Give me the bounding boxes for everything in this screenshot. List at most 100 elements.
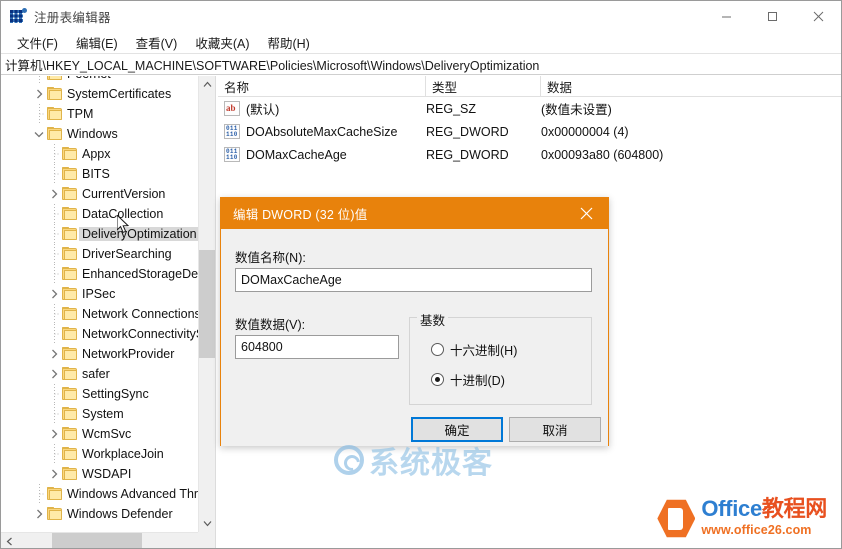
chevron-right-icon[interactable] xyxy=(46,364,62,384)
tree-item-networkprovider[interactable]: NetworkProvider xyxy=(1,344,198,364)
title-bar: 注册表编辑器 xyxy=(1,1,841,31)
folder-icon xyxy=(62,327,79,341)
tree-item-tpm[interactable]: TPM xyxy=(1,104,198,124)
folder-icon xyxy=(62,267,79,281)
maximize-icon[interactable] xyxy=(749,1,795,31)
scroll-up-icon[interactable] xyxy=(199,76,215,93)
value-data-cell: 0x00000004 (4) xyxy=(541,124,629,139)
tree-item-label: BITS xyxy=(82,167,110,181)
close-icon[interactable] xyxy=(564,198,608,229)
menu-help[interactable]: 帮助(H) xyxy=(258,31,318,54)
tree-item-peernet[interactable]: Peernet xyxy=(1,76,198,84)
tree-item-driversearching[interactable]: DriverSearching xyxy=(1,244,198,264)
tree-item-appx[interactable]: Appx xyxy=(1,144,198,164)
chevron-right-icon[interactable] xyxy=(46,464,62,484)
pane-splitter[interactable] xyxy=(215,76,217,548)
value-name-input[interactable]: DOMaxCacheAge xyxy=(235,268,592,292)
tree-item-label: DeliveryOptimization xyxy=(79,227,198,241)
table-row[interactable]: 011 110 DOAbsoluteMaxCacheSize REG_DWORD 0x0… xyxy=(218,120,841,143)
chevron-right-icon[interactable] xyxy=(46,184,62,204)
column-header-name[interactable]: 名称 xyxy=(218,76,426,97)
tree-item-safer[interactable]: safer xyxy=(1,364,198,384)
tree-item-wcmsvc[interactable]: WcmSvc xyxy=(1,424,198,444)
menu-file[interactable]: 文件(F) xyxy=(8,31,67,54)
chevron-right-icon[interactable] xyxy=(46,424,62,444)
tree-item-networkconnectivitystatusindicator[interactable]: NetworkConnectivityStatusIndicator xyxy=(1,324,198,344)
tree-item-enhancedstoragedevices[interactable]: EnhancedStorageDevices xyxy=(1,264,198,284)
folder-icon xyxy=(62,467,79,481)
scroll-down-icon[interactable] xyxy=(199,515,215,532)
tree-item-systemcertificates[interactable]: SystemCertificates xyxy=(1,84,198,104)
tree-item-network-connections[interactable]: Network Connections xyxy=(1,304,198,324)
tree-item-system[interactable]: System xyxy=(1,404,198,424)
tree-item-workplacejoin[interactable]: WorkplaceJoin xyxy=(1,444,198,464)
column-header-type[interactable]: 类型 xyxy=(426,76,541,97)
table-row[interactable]: 011 110 DOMaxCacheAge REG_DWORD 0x00093a80 (… xyxy=(218,143,841,166)
menu-view[interactable]: 查看(V) xyxy=(127,31,187,54)
tree-dotted-connector xyxy=(31,484,47,504)
registry-values-list[interactable]: ab (默认) REG_SZ (数值未设置) 011 110 DOAbsoluteMaxCa… xyxy=(218,97,841,166)
address-bar[interactable]: 计算机\HKEY_LOCAL_MACHINE\SOFTWARE\Policies… xyxy=(1,53,841,75)
tree-item-windows-advanced-threat-protection[interactable]: Windows Advanced Threat Protection xyxy=(1,484,198,504)
chevron-right-icon[interactable] xyxy=(46,284,62,304)
folder-icon xyxy=(47,107,64,121)
tree-item-label: IPSec xyxy=(82,287,116,301)
folder-icon xyxy=(47,76,64,81)
tree-item-label: safer xyxy=(82,367,110,381)
minimize-icon[interactable] xyxy=(703,1,749,31)
menu-favorites[interactable]: 收藏夹(A) xyxy=(186,31,258,54)
tree-item-wsdapi[interactable]: WSDAPI xyxy=(1,464,198,484)
tree-item-windows-defender[interactable]: Windows Defender xyxy=(1,504,198,524)
value-name-label: 数值名称(N): xyxy=(235,251,306,265)
logo-title-en: Office xyxy=(701,496,762,521)
value-data-cell: 0x00093a80 (604800) xyxy=(541,147,664,162)
tree-item-windows[interactable]: Windows xyxy=(1,124,198,144)
tree-vertical-scrollbar[interactable] xyxy=(198,76,215,532)
radio-decimal-label: 十进制(D) xyxy=(450,374,505,388)
address-path[interactable]: 计算机\HKEY_LOCAL_MACHINE\SOFTWARE\Policies… xyxy=(1,55,539,74)
tree-item-deliveryoptimization[interactable]: DeliveryOptimization xyxy=(1,224,198,244)
chevron-down-icon[interactable] xyxy=(31,124,47,144)
tree-item-ipsec[interactable]: IPSec xyxy=(1,284,198,304)
folder-icon xyxy=(47,487,64,501)
radio-hexadecimal[interactable]: 十六进制(H) xyxy=(431,340,517,359)
folder-icon xyxy=(62,207,79,221)
tree-item-datacollection[interactable]: DataCollection xyxy=(1,204,198,224)
chevron-right-icon[interactable] xyxy=(31,84,47,104)
cancel-button[interactable]: 取消 xyxy=(509,417,601,442)
radio-decimal[interactable]: 十进制(D) xyxy=(431,370,505,389)
registry-icon xyxy=(10,8,27,24)
table-row[interactable]: ab (默认) REG_SZ (数值未设置) xyxy=(218,97,841,120)
menu-edit[interactable]: 编辑(E) xyxy=(67,31,127,54)
tree-item-label: NetworkConnectivityStatusIndicator xyxy=(82,327,198,341)
string-value-icon: ab xyxy=(224,101,240,116)
close-icon[interactable] xyxy=(795,1,841,31)
value-type-cell: REG_SZ xyxy=(426,101,477,116)
folder-icon xyxy=(62,187,79,201)
tree-item-label: WSDAPI xyxy=(82,467,132,481)
scroll-left-icon[interactable] xyxy=(1,533,18,548)
registry-tree[interactable]: Peernet SystemCertificates TPM Windows Appx B… xyxy=(1,76,198,532)
chevron-right-icon[interactable] xyxy=(46,344,62,364)
tree-scroll-thumb[interactable] xyxy=(199,250,215,358)
value-data-input[interactable]: 604800 xyxy=(235,335,399,359)
tree-item-settingsync[interactable]: SettingSync xyxy=(1,384,198,404)
column-header-data[interactable]: 数据 xyxy=(541,76,841,97)
tree-item-currentversion[interactable]: CurrentVersion xyxy=(1,184,198,204)
tree-item-bits[interactable]: BITS xyxy=(1,164,198,184)
tree-dotted-connector xyxy=(46,224,62,244)
tree-dotted-connector xyxy=(46,304,62,324)
tree-horizontal-scrollbar[interactable] xyxy=(1,532,215,548)
registry-tree-pane: Peernet SystemCertificates TPM Windows Appx B… xyxy=(1,76,215,548)
ok-button[interactable]: 确定 xyxy=(411,417,503,442)
tree-item-label: Network Connections xyxy=(82,307,198,321)
logo-url: www.office26.com xyxy=(701,523,812,537)
chevron-right-icon[interactable] xyxy=(31,504,47,524)
tree-hscroll-thumb[interactable] xyxy=(52,533,142,548)
